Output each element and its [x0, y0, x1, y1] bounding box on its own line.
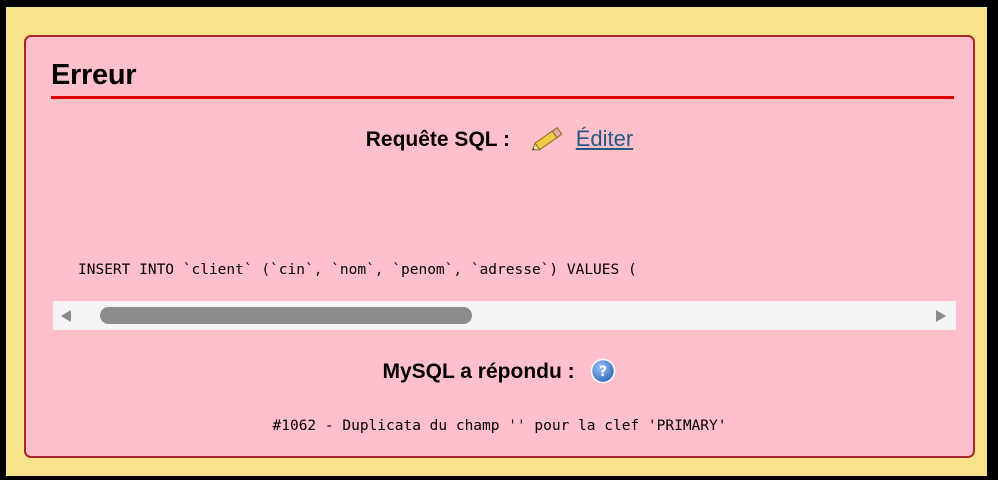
horizontal-scrollbar[interactable] [53, 301, 956, 330]
mysql-response-label: MySQL a répondu : [382, 360, 575, 383]
sql-query-header: Requête SQL : Éditer [26, 126, 973, 152]
help-icon[interactable]: ? [590, 358, 616, 384]
title-divider [51, 96, 954, 99]
svg-text:?: ? [599, 364, 607, 380]
error-title: Erreur [51, 59, 137, 91]
scrollbar-thumb[interactable] [100, 307, 472, 324]
pencil-icon[interactable] [528, 126, 568, 152]
scroll-right-arrow-icon[interactable] [936, 310, 946, 322]
mysql-error-message: #1062 - Duplicata du champ '' pour la cl… [272, 418, 727, 434]
page-background: Erreur Requête SQL : Éditer INSERT INTO … [6, 7, 987, 476]
scroll-left-arrow-icon[interactable] [61, 310, 71, 322]
edit-link[interactable]: Éditer [576, 126, 633, 151]
error-panel: Erreur Requête SQL : Éditer INSERT INTO … [24, 35, 975, 458]
sql-query-label: Requête SQL : [365, 128, 511, 151]
mysql-response-header: MySQL a répondu : ? [26, 358, 973, 384]
sql-query-code: INSERT INTO `client` (`cin`, `nom`, `pen… [78, 262, 637, 278]
